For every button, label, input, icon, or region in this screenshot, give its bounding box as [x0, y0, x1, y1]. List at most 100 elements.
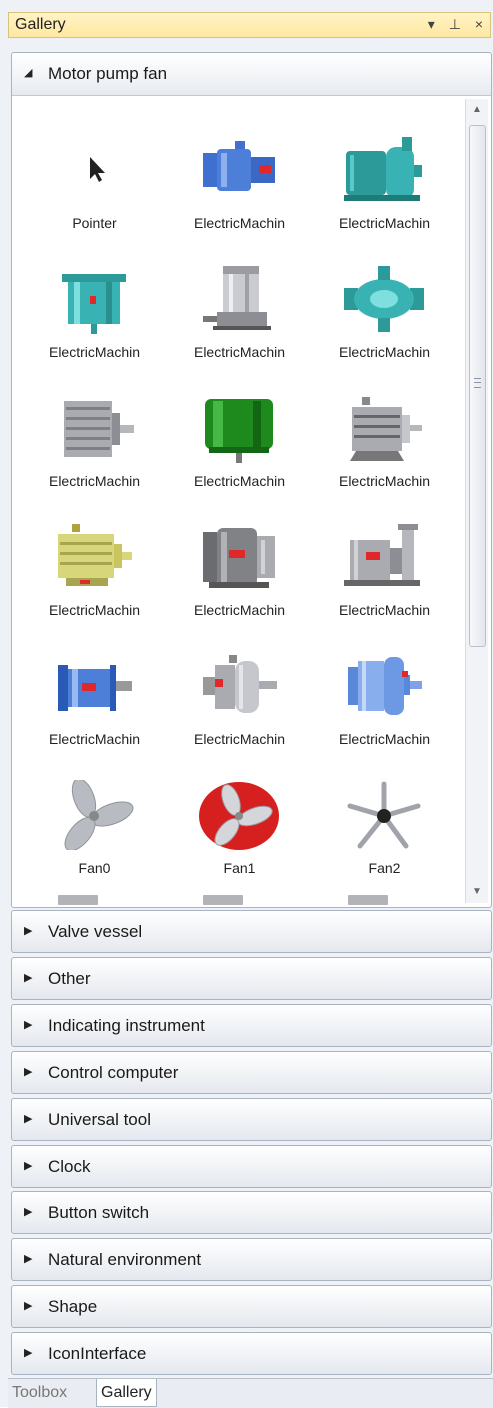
close-icon[interactable]: ×	[475, 16, 486, 32]
collapsed-arrow-icon: ▶	[24, 925, 33, 937]
gallery-item[interactable]: Fan1	[167, 772, 312, 902]
scroll-thumb[interactable]	[469, 125, 486, 647]
gallery-item[interactable]: ElectricMachin	[167, 643, 312, 773]
gallery-item-label: ElectricMachin	[193, 473, 286, 489]
group-header[interactable]: ▶ Universal tool	[11, 1097, 492, 1141]
gallery-item[interactable]: ElectricMachin	[22, 385, 167, 515]
gallery-item[interactable]: ElectricMachin	[22, 256, 167, 386]
motor-gray-vertical-icon	[199, 264, 279, 334]
gallery-item[interactable]: ElectricMachin	[167, 127, 312, 257]
gallery-item[interactable]: ElectricMachin	[167, 385, 312, 515]
collapsed-arrow-icon: ▶	[24, 1018, 33, 1031]
gallery-item[interactable]: ElectricMachin	[312, 514, 457, 644]
collapsed-arrow-icon: ▶	[24, 1159, 33, 1172]
pump-gray-icon	[344, 522, 424, 592]
gallery-item-label: Pointer	[72, 215, 117, 231]
gallery-item-label: ElectricMachin	[193, 602, 286, 618]
gallery-item-label: ElectricMachin	[48, 731, 141, 747]
group-label: Natural environment	[48, 1250, 202, 1270]
gallery-item[interactable]: ElectricMachin	[167, 514, 312, 644]
motor-teal-vertical-icon	[54, 264, 134, 334]
group-label: Motor pump fan	[48, 64, 168, 83]
gearmotor-gray-icon	[199, 651, 279, 721]
group-label: Other	[48, 968, 91, 988]
gallery-item[interactable]: ElectricMachin	[22, 643, 167, 773]
gallery-item-label: ElectricMachin	[193, 344, 286, 360]
tab-gallery[interactable]: Gallery	[96, 1379, 157, 1407]
group-header-motor-pump-fan[interactable]: ◢ Motor pump fan	[12, 53, 491, 96]
scroll-up-icon[interactable]: ▲	[466, 99, 488, 121]
motor-gray-icon	[54, 393, 134, 463]
gallery-item-label: Fan2	[368, 860, 401, 876]
gallery-item[interactable]: ElectricMachin	[312, 643, 457, 773]
motor-green-icon	[199, 393, 279, 463]
pump-teal-icon	[344, 135, 424, 205]
gallery-item[interactable]: ElectricMachin	[22, 514, 167, 644]
collapsed-arrow-icon: ▶	[24, 971, 33, 984]
gallery-item[interactable]: ElectricMachin	[312, 385, 457, 515]
collapsed-arrow-icon: ▶	[24, 1300, 33, 1313]
group-label: Shape	[48, 1297, 98, 1317]
gallery-item[interactable]: ElectricMachin	[312, 127, 457, 257]
clipped-item-preview	[348, 895, 388, 905]
group-header[interactable]: ▶ Shape	[11, 1285, 492, 1329]
motor-blue-icon	[199, 135, 279, 205]
group-label: Valve vessel	[48, 922, 143, 941]
dropdown-icon[interactable]: ▾	[428, 16, 438, 33]
panel-title-bar: Gallery ▾ ⊥ ×	[8, 12, 491, 38]
group-label: IconInterface	[48, 1344, 147, 1364]
gallery-item[interactable]: Fan2	[312, 772, 457, 902]
motor-gray-small-icon	[344, 393, 424, 463]
clipped-item-preview	[58, 895, 98, 905]
motor-yellow-icon	[54, 522, 134, 592]
group-header[interactable]: ▶ Button switch	[11, 1191, 492, 1235]
gallery-item-label: ElectricMachin	[48, 344, 141, 360]
motor-blue-flange-icon	[54, 651, 134, 721]
expanded-arrow-icon: ◢	[24, 67, 33, 79]
group-label: Indicating instrument	[48, 1015, 205, 1035]
gallery-item-label: ElectricMachin	[193, 731, 286, 747]
group-header[interactable]: ▶ IconInterface	[11, 1332, 492, 1376]
scroll-down-icon[interactable]: ▼	[466, 881, 488, 903]
collapsed-arrow-icon: ▶	[24, 1112, 33, 1125]
gearmotor-blue-icon	[344, 651, 424, 721]
collapsed-arrow-icon: ▶	[24, 1253, 33, 1266]
group-label: Button switch	[48, 1203, 150, 1223]
group-header[interactable]: ▶ Clock	[11, 1144, 492, 1188]
gallery-item-label: ElectricMachin	[338, 731, 431, 747]
panel-controls: ▾ ⊥ ×	[424, 16, 486, 33]
fan-gray-icon	[54, 778, 134, 852]
gallery-item-label: ElectricMachin	[338, 602, 431, 618]
panel-title: Gallery	[15, 16, 66, 33]
fan-red-icon	[199, 780, 279, 850]
group-header[interactable]: ▶ Natural environment	[11, 1238, 492, 1282]
group-label: Universal tool	[48, 1109, 151, 1129]
collapsed-arrow-icon: ▶	[24, 1065, 33, 1078]
gallery-item[interactable]: ElectricMachin	[167, 256, 312, 386]
gallery-items: Pointer ElectricMachin ElectricMachin Elect…	[14, 99, 464, 905]
group-header[interactable]: ▶ Valve vessel	[11, 910, 492, 953]
tab-toolbox[interactable]: Toolbox	[8, 1379, 71, 1407]
gallery-item-label: Fan1	[223, 860, 256, 876]
group-header[interactable]: ▶ Other	[11, 956, 492, 1000]
vertical-scrollbar[interactable]: ▲ ▼	[465, 99, 488, 903]
gallery-item-label: ElectricMachin	[193, 215, 286, 231]
group-label: Control computer	[48, 1062, 179, 1082]
clipped-item-preview	[203, 895, 243, 905]
gallery-item-label: ElectricMachin	[48, 602, 141, 618]
gallery-panel: Gallery ▾ ⊥ × ◢ Motor pump fan Pointer El…	[0, 0, 493, 1408]
collapsed-arrow-icon: ▶	[24, 1347, 33, 1360]
gallery-item-label: ElectricMachin	[338, 344, 431, 360]
group-header[interactable]: ▶ Control computer	[11, 1050, 492, 1094]
group-header[interactable]: ▶ Indicating instrument	[11, 1003, 492, 1047]
gallery-item-label: Fan0	[78, 860, 111, 876]
pump-teal-round-icon	[344, 264, 424, 334]
gallery-item[interactable]: Pointer	[22, 127, 167, 257]
fan-spokes-icon	[344, 780, 424, 850]
group-motor-pump-fan: ◢ Motor pump fan Pointer ElectricMachin El…	[11, 52, 492, 908]
gallery-item[interactable]: ElectricMachin	[312, 256, 457, 386]
collapsed-arrow-icon: ▶	[24, 1206, 33, 1219]
pointer-icon	[54, 135, 134, 205]
gallery-item[interactable]: Fan0	[22, 772, 167, 902]
pin-icon[interactable]: ⊥	[449, 16, 464, 33]
